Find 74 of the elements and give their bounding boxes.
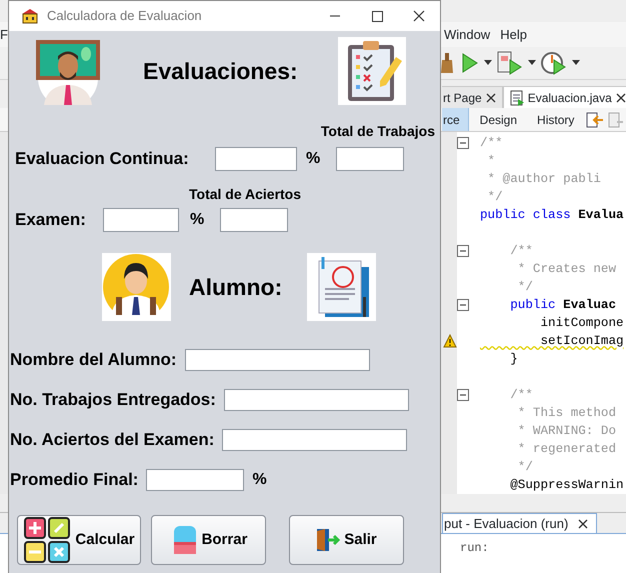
clipboard-icon (338, 37, 406, 105)
field-label: No. Trabajos Entregados: (10, 389, 216, 412)
window-title: Calculadora de Evaluacion (47, 7, 202, 26)
close-icon[interactable] (486, 92, 496, 102)
debug-icon[interactable] (496, 50, 524, 76)
code-line: * @author pabli (486, 171, 601, 188)
code-line: * WARNING: Do (516, 423, 616, 440)
action-button[interactable]: Calcular (17, 515, 141, 565)
caret-icon[interactable] (484, 60, 492, 66)
input-field[interactable] (184, 349, 370, 371)
code-line: initCompone (539, 315, 624, 332)
caret-icon[interactable] (572, 60, 580, 66)
view-tab[interactable]: History (528, 108, 584, 131)
app-icon (21, 8, 39, 24)
gauge-icon[interactable] (540, 50, 568, 76)
field-label: Evaluacion Continua: (15, 148, 190, 170)
heading: Alumno: (189, 272, 284, 302)
field-label: Examen: (15, 209, 87, 232)
field-label: No. Aciertos del Examen: (10, 429, 214, 452)
collapse-icon[interactable] (457, 389, 469, 401)
input-field[interactable] (224, 389, 409, 411)
action-button[interactable]: Borrar (151, 515, 266, 565)
output-tab[interactable]: put - Evaluacion (run) (442, 513, 598, 533)
input-field[interactable] (103, 208, 179, 232)
percent-label: % (190, 210, 206, 230)
teacher-icon (34, 38, 101, 104)
collapse-icon[interactable] (457, 137, 469, 149)
code-line: * regenerated (516, 441, 616, 458)
close-icon[interactable] (578, 518, 588, 528)
input-field[interactable] (336, 147, 404, 171)
view-tab[interactable]: rce (442, 108, 469, 131)
code-line: * (486, 153, 496, 170)
student-icon (102, 253, 171, 321)
collapse-icon[interactable] (457, 245, 469, 257)
action-button[interactable]: Salir (289, 515, 404, 565)
code-line: */ (516, 279, 533, 296)
document-icon (307, 253, 376, 321)
code-line: /** (509, 387, 533, 404)
view-tab[interactable]: Design (470, 108, 526, 131)
percent-label: % (306, 149, 322, 169)
column-label: Total de Trabajos (320, 122, 435, 141)
menu-item[interactable]: Window (444, 26, 490, 42)
collapse-icon[interactable] (457, 299, 469, 311)
broom-icon[interactable] (440, 52, 454, 74)
code-line: setIconImag (539, 333, 624, 350)
code-line: /** (479, 135, 503, 152)
percent-label: % (252, 470, 267, 490)
input-field[interactable] (220, 208, 288, 232)
code-line: */ (516, 459, 533, 476)
close-icon[interactable] (616, 92, 626, 102)
column-label: Total de Aciertos (189, 184, 302, 204)
input-field[interactable] (222, 429, 408, 451)
field-label: Promedio Final: (10, 469, 138, 492)
code-line: public class Evalua (479, 207, 624, 224)
code-line: public Evaluac (509, 297, 616, 314)
menu-item[interactable]: F (0, 26, 8, 42)
code-line: */ (486, 189, 503, 206)
field-label: Nombre del Alumno: (10, 349, 177, 372)
code-line: @SuppressWarnin (509, 477, 624, 494)
jump-icon[interactable] (585, 110, 606, 128)
code-line: * Creates new (516, 261, 616, 278)
code-line: /** (509, 243, 533, 260)
heading: Evaluaciones: (143, 56, 299, 86)
menu-item[interactable]: Help (500, 26, 527, 42)
input-field[interactable] (215, 147, 297, 171)
code-line: } (509, 351, 518, 368)
caret-icon[interactable] (528, 60, 536, 66)
file-icon (510, 90, 524, 106)
code-line: * This method (516, 405, 616, 422)
output-text: run: (460, 541, 489, 555)
editor-tab[interactable]: rt Page (442, 86, 503, 108)
editor-tab[interactable]: Evaluacion.java (502, 86, 626, 108)
input-field[interactable] (146, 469, 244, 491)
door-icon (316, 528, 342, 552)
